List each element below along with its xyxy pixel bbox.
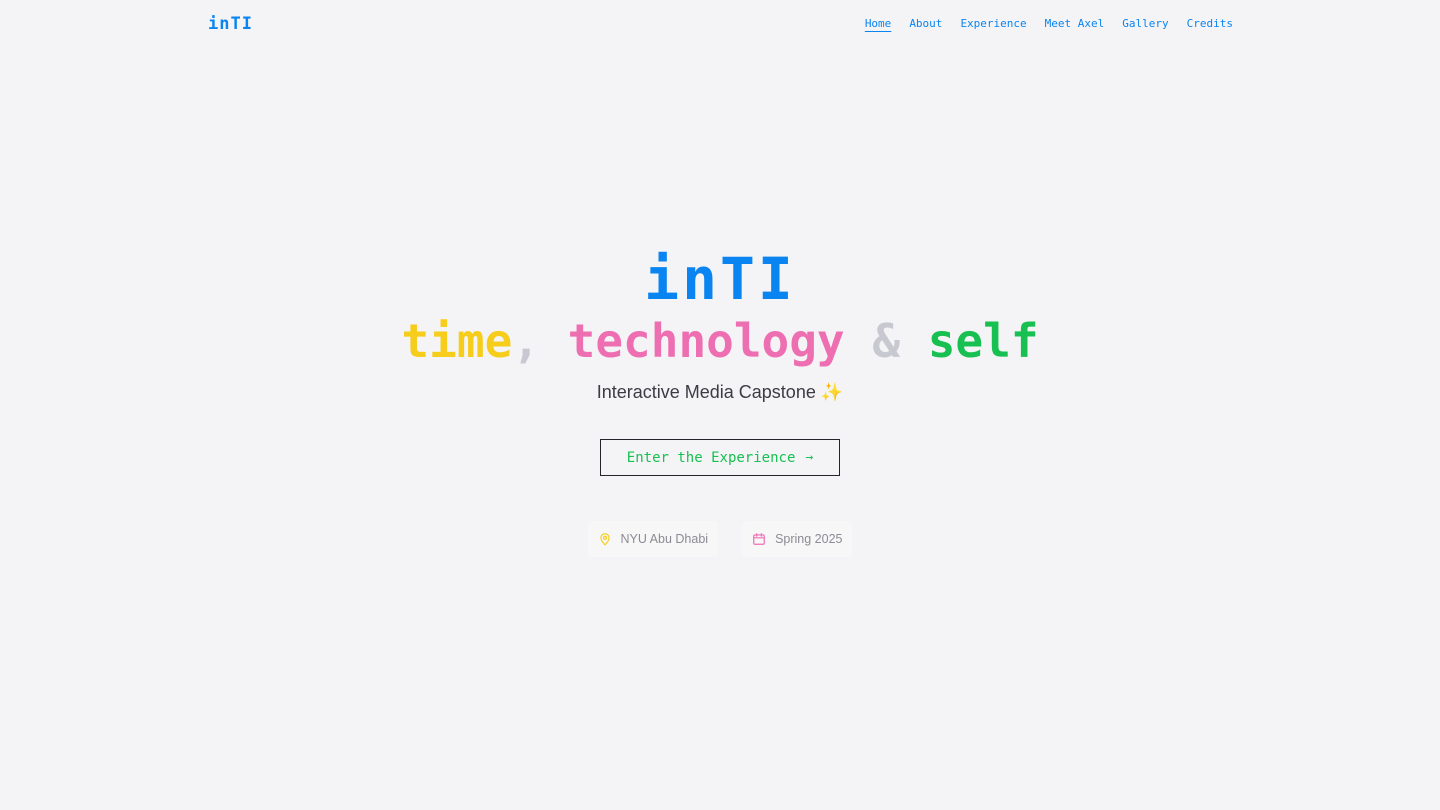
nav-links: Home About Experience Meet Axel Gallery …	[865, 17, 1233, 31]
map-pin-icon	[598, 532, 612, 546]
nav-link-about[interactable]: About	[909, 17, 942, 31]
hero-logo: inTI	[644, 245, 796, 313]
cta-label: Enter the Experience	[626, 449, 796, 466]
tagline-word-technology: technology	[567, 314, 845, 368]
calendar-icon	[752, 532, 766, 546]
nav-link-experience[interactable]: Experience	[960, 17, 1026, 31]
location-badge: NYU Abu Dhabi	[587, 521, 719, 557]
tagline-comma: ,	[512, 314, 540, 368]
cta-container: Enter the Experience →	[0, 439, 1440, 476]
info-badges: NYU Abu Dhabi Spring 2025	[0, 521, 1440, 557]
hero-subtitle: Interactive Media Capstone ✨	[596, 382, 844, 402]
nav-link-home[interactable]: Home	[865, 17, 892, 31]
nav-link-meet-axel[interactable]: Meet Axel	[1045, 17, 1105, 31]
tagline-word-self: self	[927, 314, 1039, 368]
arrow-right-icon: →	[805, 450, 814, 465]
date-badge: Spring 2025	[742, 521, 853, 557]
nav-link-credits[interactable]: Credits	[1187, 17, 1233, 31]
tagline-word-time: time	[401, 314, 513, 368]
location-label: NYU Abu Dhabi	[620, 532, 709, 546]
tagline-ampersand: &	[872, 314, 901, 368]
nav-logo[interactable]: inTI	[208, 14, 253, 34]
nav-link-gallery[interactable]: Gallery	[1122, 17, 1168, 31]
date-label: Spring 2025	[775, 532, 843, 546]
hero-tagline: time, technology & self	[0, 313, 1440, 369]
enter-experience-button[interactable]: Enter the Experience →	[600, 439, 840, 476]
top-nav: inTI Home About Experience Meet Axel Gal…	[0, 0, 1440, 50]
